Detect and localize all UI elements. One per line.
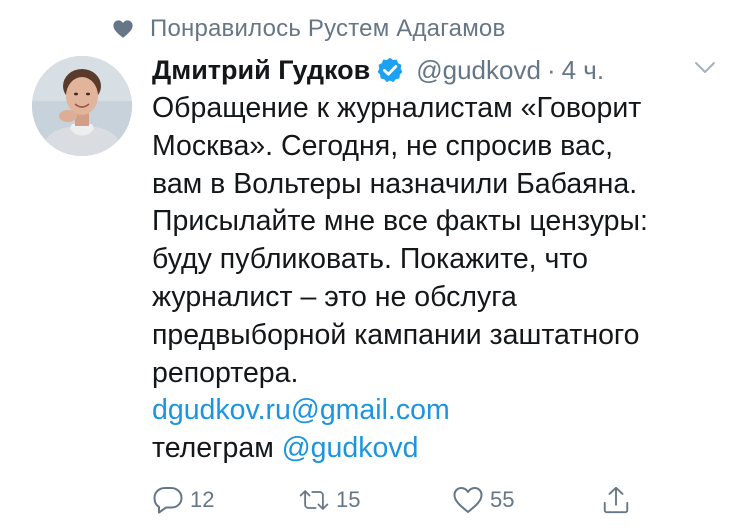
share-icon [603,486,629,514]
reply-count: 12 [190,487,215,512]
author-handle[interactable]: @gudkovd [416,55,541,86]
tweet-actions: 12 15 55 [152,482,652,518]
telegram-mention-link[interactable]: @gudkovd [282,432,419,464]
author-name[interactable]: Дмитрий Гудков [152,55,370,86]
heart-outline-icon [453,487,483,513]
social-context: Понравилось Рустем Адагамов [112,12,505,46]
tweet-text-line: вам в Вольтеры назначили Бабаяна. [152,167,638,200]
tweet-timestamp[interactable]: 4 ч. [562,55,604,86]
tweet-card[interactable]: Понравилось Рустем Адагамов Дмитрий Гудк… [0,0,750,531]
retweet-icon [299,490,329,510]
avatar[interactable] [32,56,132,156]
tweet-text: Обращение к журналистам «Говорит Москва»… [152,90,712,468]
telegram-label: телеграм [152,432,274,465]
retweet-button[interactable]: 15 [298,482,360,518]
like-count: 55 [490,487,515,512]
chevron-down-icon[interactable] [694,60,716,76]
email-link[interactable]: dgudkov.ru@gmail.com [152,394,450,426]
separator-dot: · [546,54,556,85]
reply-icon [153,487,183,514]
like-button[interactable]: 55 [452,482,514,518]
tweet-text-line: Москва». Сегодня, не спросив вас, [152,129,614,162]
tweet-text-line: буду публиковать. Покажите, что [152,243,588,276]
tweet-header: Дмитрий Гудков @gudkovd · 4 ч. [152,50,604,90]
avatar-photo [32,56,132,156]
liked-by-text[interactable]: Понравилось Рустем Адагамов [150,15,505,43]
email-line: dgudkov.ru@gmail.com [152,392,712,430]
tweet-text-line: Обращение к журналистам «Говорит [152,92,642,124]
tweet-text-line: журналист – это не обслуга [152,280,517,313]
tweet-text-line: предвыборной кампании заштатного [152,318,640,351]
heart-icon [113,20,133,38]
reply-button[interactable]: 12 [152,482,214,518]
telegram-line: телеграм @gudkovd [152,430,712,468]
tweet-text-line: Присылайте мне все факты цензуры: [152,205,648,238]
retweet-count: 15 [336,487,361,512]
share-button[interactable] [600,482,632,518]
verified-badge-icon [377,57,403,83]
tweet-text-line: репортера. [152,356,299,389]
